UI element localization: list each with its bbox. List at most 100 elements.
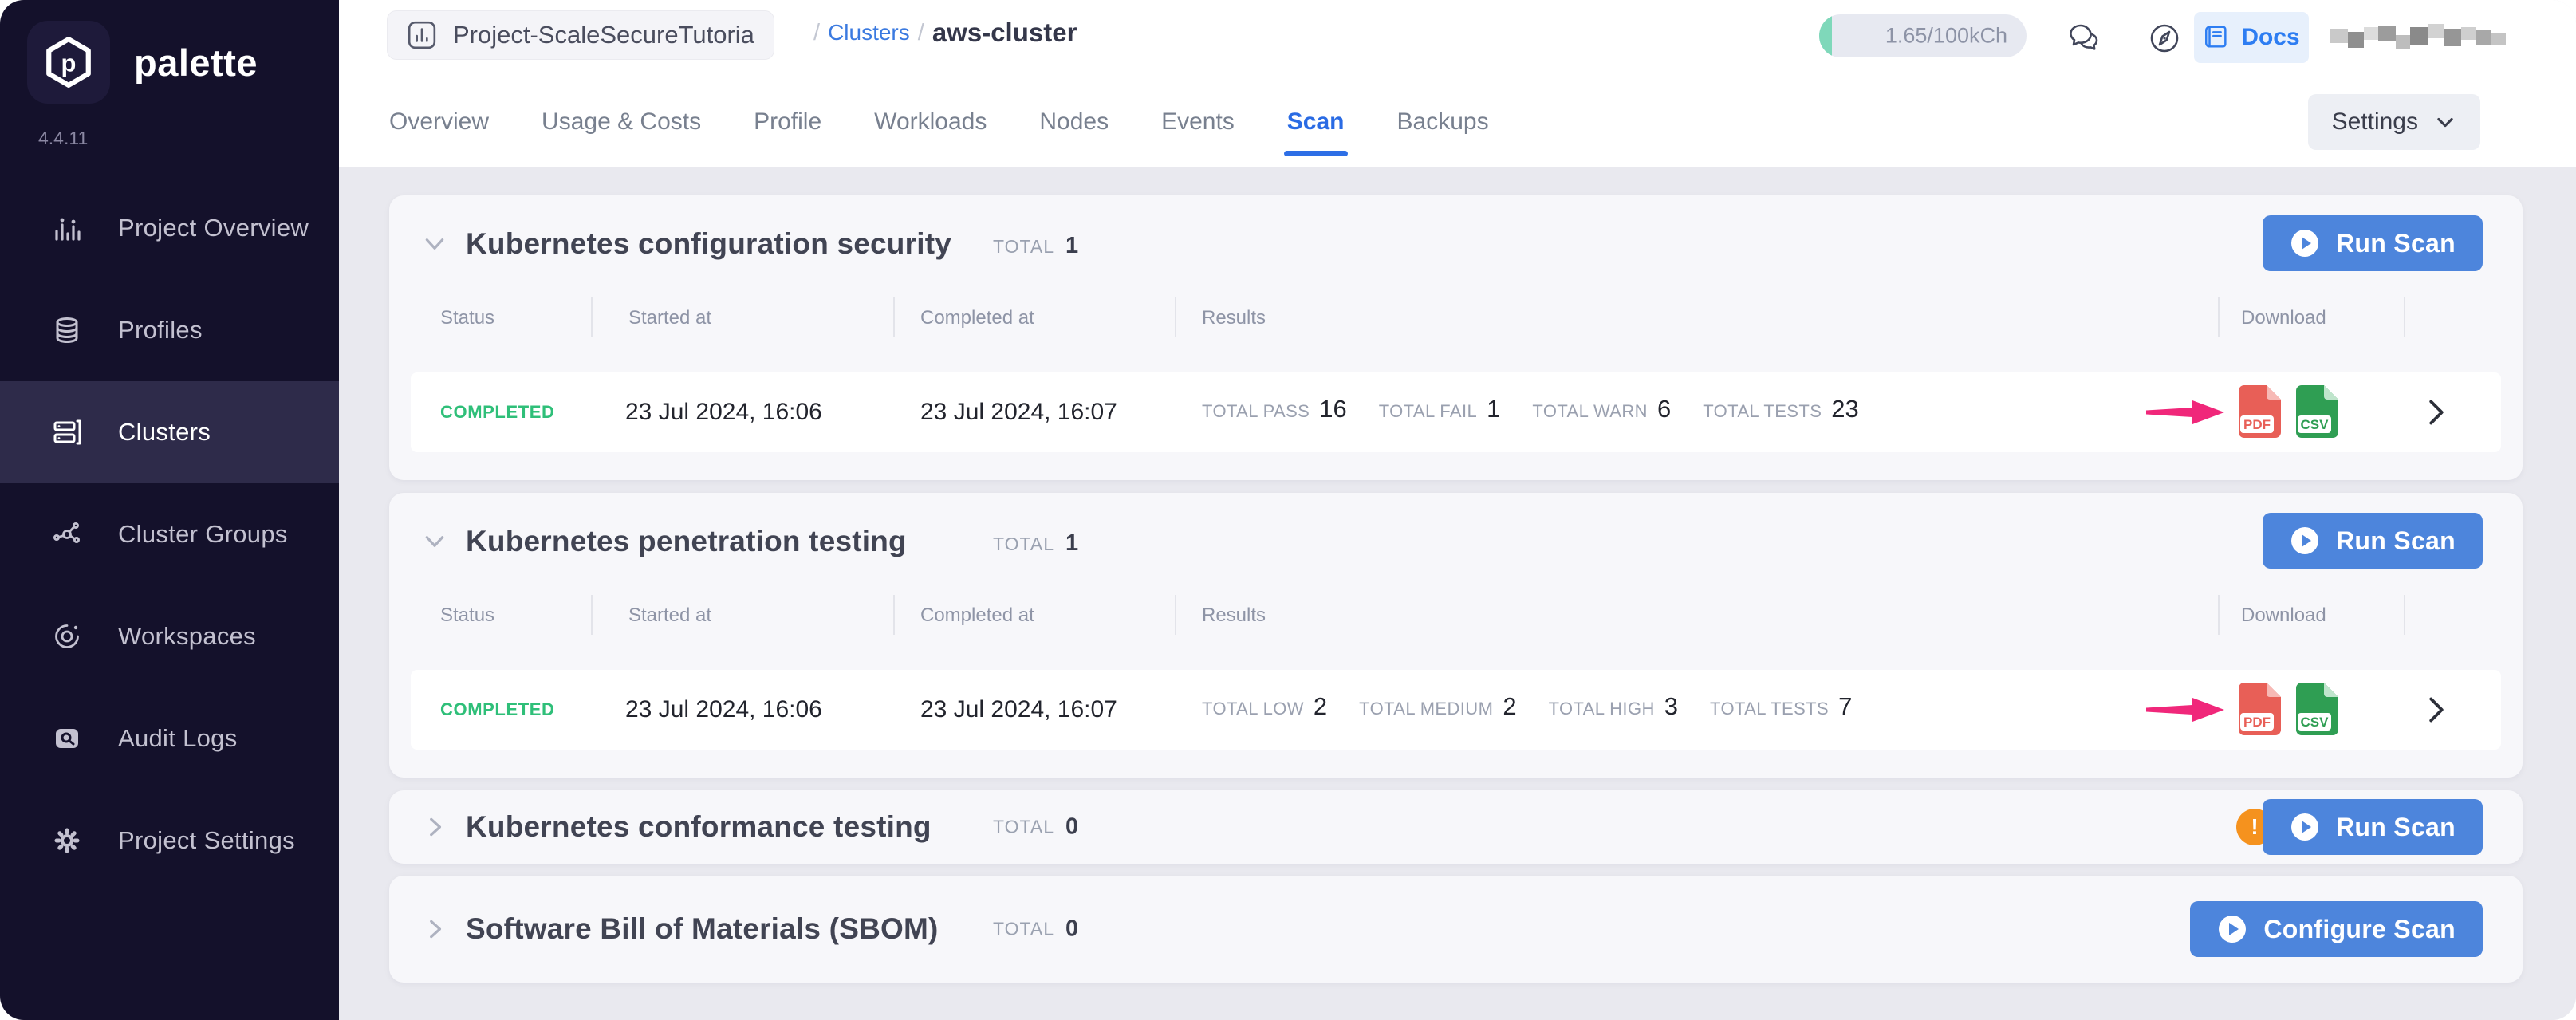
status-badge: COMPLETED	[440, 402, 555, 423]
project-chart-icon	[407, 20, 437, 50]
col-header-status: Status	[440, 605, 494, 627]
sidebar-item-audit-logs[interactable]: Audit Logs	[0, 687, 339, 790]
download-csv-icon[interactable]: CSV	[2295, 683, 2342, 735]
result-value: 2	[1503, 692, 1516, 721]
usage-value: 1.65/100kCh	[1885, 24, 2007, 49]
configure-scan-button[interactable]: Configure Scan	[2190, 901, 2483, 957]
palette-logo-icon: p	[27, 21, 110, 104]
panel-title: Kubernetes conformance testing	[466, 810, 932, 844]
column-divider	[1175, 595, 1176, 635]
tab-events[interactable]: Events	[1161, 108, 1235, 139]
tab-workloads[interactable]: Workloads	[874, 108, 987, 139]
chevron-down-icon	[2434, 111, 2456, 133]
results-summary: TOTAL LOW2 TOTAL MEDIUM2 TOTAL HIGH3 TOT…	[1202, 692, 1852, 721]
sidebar-item-cluster-groups[interactable]: Cluster Groups	[0, 483, 339, 585]
configure-scan-label: Configure Scan	[2263, 915, 2456, 944]
column-divider	[591, 297, 593, 337]
sidebar-item-label: Project Settings	[118, 826, 295, 855]
svg-text:PDF: PDF	[2243, 715, 2271, 730]
sidebar: p palette 4.4.11 Project Overview	[0, 0, 339, 1020]
network-icon	[49, 517, 85, 552]
brand-name: palette	[134, 41, 258, 85]
result-label: TOTAL FAIL	[1379, 401, 1477, 422]
chat-icon[interactable]	[2066, 19, 2104, 57]
expand-caret-icon[interactable]	[423, 917, 447, 941]
layers-icon	[49, 313, 85, 348]
bar-chart-icon	[49, 211, 85, 246]
run-scan-label: Run Scan	[2336, 526, 2456, 556]
cluster-tabs: Overview Usage & Costs Profile Workloads…	[339, 80, 2576, 167]
result-value: 23	[1831, 395, 1858, 423]
col-header-results: Results	[1202, 605, 1266, 627]
total-label: TOTAL	[993, 236, 1054, 258]
result-value: 6	[1657, 395, 1671, 423]
col-header-completed: Completed at	[920, 307, 1034, 329]
download-csv-icon[interactable]: CSV	[2295, 385, 2342, 438]
tab-profile[interactable]: Profile	[754, 108, 821, 139]
svg-text:PDF: PDF	[2243, 417, 2271, 432]
run-scan-button[interactable]: Run Scan	[2263, 215, 2483, 271]
sidebar-item-label: Cluster Groups	[118, 520, 288, 549]
tab-scan[interactable]: Scan	[1287, 108, 1345, 139]
row-chevron-right-icon[interactable]	[2423, 398, 2450, 427]
sidebar-item-workspaces[interactable]: Workspaces	[0, 585, 339, 687]
play-circle-icon	[2217, 914, 2247, 944]
tab-backups[interactable]: Backups	[1397, 108, 1489, 139]
tab-nodes[interactable]: Nodes	[1039, 108, 1109, 139]
completed-at-value: 23 Jul 2024, 16:07	[920, 399, 1117, 426]
scan-page: Kubernetes configuration security TOTAL …	[339, 167, 2576, 1020]
sidebar-item-label: Workspaces	[118, 622, 256, 651]
total-label: TOTAL	[993, 919, 1054, 940]
result-label: TOTAL HIGH	[1549, 699, 1655, 719]
compass-icon[interactable]	[2145, 19, 2184, 57]
total-value: 0	[1065, 814, 1078, 841]
app-window: p palette 4.4.11 Project Overview	[0, 0, 2576, 1020]
panel-sbom: Software Bill of Materials (SBOM) TOTAL …	[389, 876, 2523, 983]
collapse-caret-icon[interactable]	[423, 530, 447, 553]
run-scan-button[interactable]: Run Scan	[2263, 799, 2483, 855]
expand-caret-icon[interactable]	[423, 815, 447, 839]
column-divider	[893, 297, 895, 337]
sidebar-item-label: Audit Logs	[118, 724, 238, 753]
column-divider	[893, 595, 895, 635]
play-circle-icon	[2290, 526, 2320, 556]
started-at-value: 23 Jul 2024, 16:06	[625, 696, 822, 723]
column-divider	[2218, 297, 2220, 337]
row-chevron-right-icon[interactable]	[2423, 695, 2450, 724]
book-icon	[2203, 24, 2230, 51]
breadcrumb-project-chip[interactable]: Project-ScaleSecureTutoria	[387, 10, 774, 60]
result-label: TOTAL TESTS	[1710, 699, 1829, 719]
settings-button[interactable]: Settings	[2308, 94, 2480, 150]
result-label: TOTAL WARN	[1532, 401, 1648, 422]
docs-button[interactable]: Docs	[2194, 12, 2309, 63]
breadcrumb-separator: /	[813, 20, 820, 46]
run-scan-button[interactable]: Run Scan	[2263, 513, 2483, 569]
download-pdf-icon[interactable]: PDF	[2238, 385, 2284, 438]
usage-meter[interactable]: 1.65/100kCh	[1819, 14, 2027, 57]
status-badge: COMPLETED	[440, 699, 555, 720]
total-count: TOTAL 0	[993, 814, 1078, 841]
redacted-user-info[interactable]	[2330, 21, 2506, 57]
tab-usage-costs[interactable]: Usage & Costs	[542, 108, 701, 139]
tab-overview[interactable]: Overview	[389, 108, 489, 139]
result-value: 7	[1838, 692, 1852, 721]
sidebar-item-label: Project Overview	[118, 214, 309, 242]
panel-title: Kubernetes configuration security	[466, 227, 951, 261]
breadcrumb-clusters-link[interactable]: Clusters	[828, 20, 910, 45]
sidebar-item-project-overview[interactable]: Project Overview	[0, 177, 339, 279]
collapse-caret-icon[interactable]	[423, 232, 447, 256]
column-divider	[2218, 595, 2220, 635]
download-pdf-icon[interactable]: PDF	[2238, 683, 2284, 735]
sidebar-item-label: Clusters	[118, 418, 211, 447]
sidebar-item-project-settings[interactable]: Project Settings	[0, 790, 339, 892]
result-label: TOTAL MEDIUM	[1359, 699, 1493, 719]
total-value: 1	[1065, 530, 1078, 557]
sidebar-item-clusters[interactable]: Clusters	[0, 381, 339, 483]
result-value: 2	[1314, 692, 1327, 721]
total-count: TOTAL 1	[993, 530, 1078, 557]
sidebar-item-profiles[interactable]: Profiles	[0, 279, 339, 381]
col-header-started: Started at	[628, 605, 711, 627]
sidebar-nav: Project Overview Profiles	[0, 177, 339, 892]
total-count: TOTAL 0	[993, 916, 1078, 943]
run-scan-label: Run Scan	[2336, 813, 2456, 842]
